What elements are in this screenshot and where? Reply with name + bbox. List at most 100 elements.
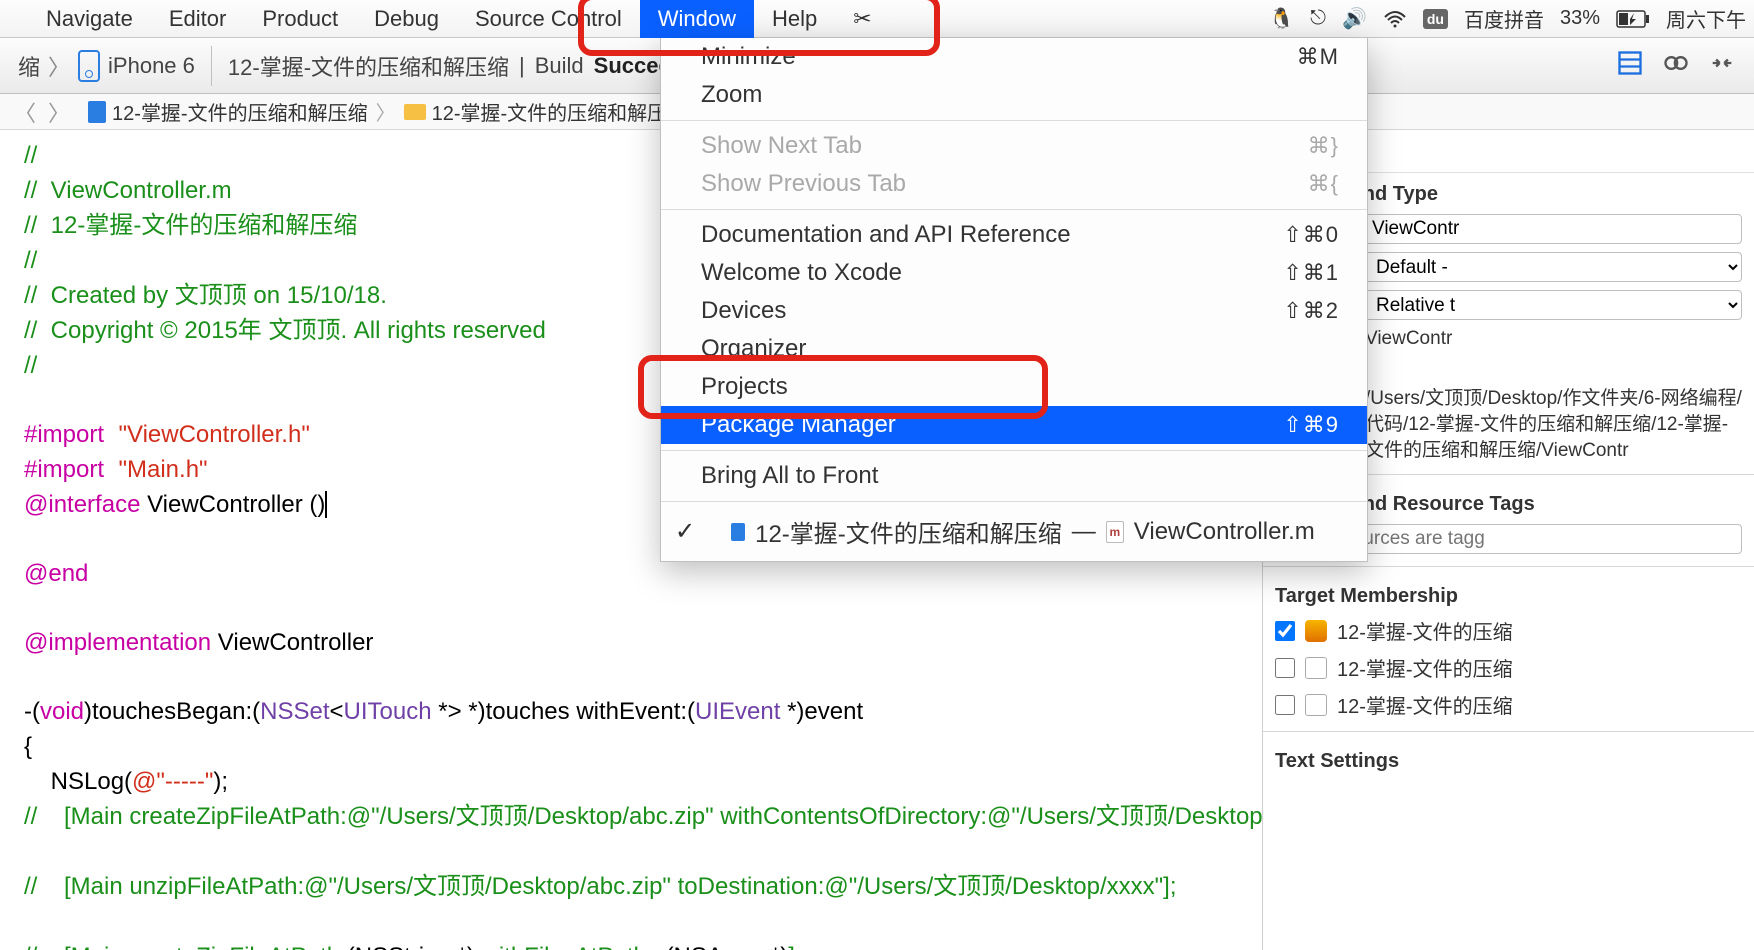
menu-item-shortcut: ⌘M — [1297, 44, 1339, 70]
type-select[interactable]: Default - — [1365, 252, 1742, 282]
code-token: ViewController — [211, 629, 373, 656]
scheme-selector[interactable]: 缩 〉 iPhone 6 — [8, 46, 205, 86]
name-field[interactable] — [1365, 214, 1742, 244]
project-icon — [731, 523, 745, 541]
menu-minimize[interactable]: Minimize ⌘M — [661, 38, 1367, 76]
toolbar-editor-modes — [1606, 49, 1746, 83]
menu-show-prev-tab: Show Previous Tab ⌘{ — [661, 165, 1367, 203]
code-token: "ViewController.h" — [118, 421, 309, 448]
menu-zoom[interactable]: Zoom — [661, 76, 1367, 114]
code-token: withFilesAtPaths: — [475, 943, 666, 950]
menu-doc-api[interactable]: Documentation and API Reference ⇧⌘0 — [661, 216, 1367, 254]
input-method-label[interactable]: 百度拼音 — [1464, 4, 1544, 33]
battery-icon[interactable] — [1616, 10, 1650, 28]
menu-product[interactable]: Product — [244, 0, 356, 38]
m-file-icon: m — [1106, 521, 1124, 543]
target-label: 12-掌握-文件的压缩 — [1337, 616, 1513, 645]
code-token: #import — [24, 421, 104, 448]
menu-editor[interactable]: Editor — [151, 0, 244, 38]
code-token: @"-----" — [132, 768, 213, 795]
menu-organizer[interactable]: Organizer — [661, 330, 1367, 368]
menu-source-control[interactable]: Source Control — [457, 0, 640, 38]
menu-window-entry[interactable]: ✓ 12-掌握-文件的压缩和解压缩 — m ViewController.m — [661, 508, 1367, 555]
code-token: UITouch — [344, 698, 432, 725]
menu-help[interactable]: Help — [754, 0, 835, 38]
assistant-editor-icon[interactable] — [1662, 49, 1690, 83]
target-checkbox-2[interactable] — [1275, 695, 1295, 715]
code-token: ] — [788, 943, 795, 950]
menu-item-label: Package Manager — [701, 411, 896, 439]
code-token: *> *)touches withEvent:( — [432, 698, 695, 725]
menu-item-label: Show Previous Tab — [701, 170, 906, 198]
app-icon — [1305, 620, 1327, 642]
crumb-folder-label: 12-掌握-文件的压缩和解压缩 — [432, 97, 688, 126]
crumb-folder[interactable]: 12-掌握-文件的压缩和解压缩 — [400, 97, 692, 126]
menu-separator — [661, 120, 1367, 121]
code-token: (NSString *) — [347, 943, 475, 950]
target-label: 12-掌握-文件的压缩 — [1337, 690, 1513, 719]
menu-item-shortcut: ⌘{ — [1308, 171, 1339, 197]
menu-item-label: Devices — [701, 297, 786, 325]
text-cursor — [325, 491, 327, 518]
code-token: )touchesBegan:( — [84, 698, 260, 725]
lib-icon — [1305, 657, 1327, 679]
menu-welcome[interactable]: Welcome to Xcode ⇧⌘1 — [661, 254, 1367, 292]
code-token: NSSet — [260, 698, 329, 725]
scissors-icon[interactable]: ✂ — [835, 0, 889, 38]
menu-devices[interactable]: Devices ⇧⌘2 — [661, 292, 1367, 330]
phone-icon — [78, 50, 100, 82]
code-line: // — [24, 352, 37, 379]
window-dash: — — [1072, 518, 1096, 546]
volume-icon[interactable]: 🔊 — [1342, 6, 1367, 31]
qq-icon[interactable]: 🐧 — [1269, 6, 1294, 31]
menu-separator — [661, 501, 1367, 502]
target-membership-title: Target Membership — [1263, 575, 1754, 612]
code-token: -( — [24, 698, 40, 725]
toolbar-separator — [211, 46, 212, 86]
menu-window[interactable]: Window — [640, 0, 754, 38]
code-line: // — [24, 247, 37, 274]
crumb-project-label: 12-掌握-文件的压缩和解压缩 — [112, 97, 368, 126]
target-label: 12-掌握-文件的压缩 — [1337, 653, 1513, 682]
status-build-prefix: Build — [535, 53, 584, 79]
code-token: #import — [24, 456, 104, 483]
target-checkbox-0[interactable] — [1275, 621, 1295, 641]
window-menu-dropdown: Minimize ⌘M Zoom Show Next Tab ⌘} Show P… — [660, 38, 1368, 562]
window-file-label: ViewController.m — [1134, 518, 1315, 546]
menu-separator — [661, 209, 1367, 210]
version-editor-icon[interactable] — [1708, 49, 1736, 83]
menu-item-label: Projects — [701, 373, 788, 401]
menu-projects[interactable]: Projects — [661, 368, 1367, 406]
clock-label[interactable]: 周六下午 — [1666, 4, 1746, 33]
code-token: void — [40, 698, 84, 725]
menu-item-shortcut: ⇧⌘9 — [1283, 412, 1339, 438]
nav-forward-icon[interactable]: 〉 — [48, 96, 70, 128]
location-select[interactable]: Relative t — [1365, 290, 1742, 320]
code-token: UIEvent — [695, 698, 780, 725]
bluetooth-icon[interactable]: ⎋ — [1310, 7, 1326, 30]
menu-navigate[interactable]: Navigate — [28, 0, 151, 38]
battery-percent[interactable]: 33% — [1560, 7, 1600, 30]
nav-back-icon[interactable]: 〈 — [14, 96, 36, 128]
folder-icon — [404, 104, 426, 120]
code-line: // ViewController.m — [24, 177, 232, 204]
du-icon[interactable]: du — [1423, 9, 1448, 29]
menu-item-label: Documentation and API Reference — [701, 221, 1071, 249]
code-line: // Created by 文顶顶 on 15/10/18. — [24, 282, 387, 309]
menu-separator — [661, 450, 1367, 451]
status-project: 12-掌握-文件的压缩和解压缩 — [228, 50, 509, 82]
code-token: // [Main createZipFileAtPath: — [24, 943, 347, 950]
target-checkbox-1[interactable] — [1275, 658, 1295, 678]
menu-item-shortcut: ⇧⌘1 — [1283, 260, 1339, 286]
menu-package-manager[interactable]: Package Manager ⇧⌘9 — [661, 406, 1367, 444]
menu-debug[interactable]: Debug — [356, 0, 457, 38]
project-icon — [88, 101, 106, 123]
crumb-project[interactable]: 12-掌握-文件的压缩和解压缩 — [84, 97, 372, 126]
menu-item-shortcut: ⌘} — [1308, 133, 1339, 159]
wifi-icon[interactable] — [1383, 9, 1407, 29]
menu-bring-all-to-front[interactable]: Bring All to Front — [661, 457, 1367, 495]
scheme-device-label: iPhone 6 — [108, 53, 195, 79]
code-line: // [Main createZipFileAtPath:@"/Users/文顶… — [24, 803, 1262, 830]
code-token: NSLog( — [24, 768, 132, 795]
standard-editor-icon[interactable] — [1616, 49, 1644, 83]
